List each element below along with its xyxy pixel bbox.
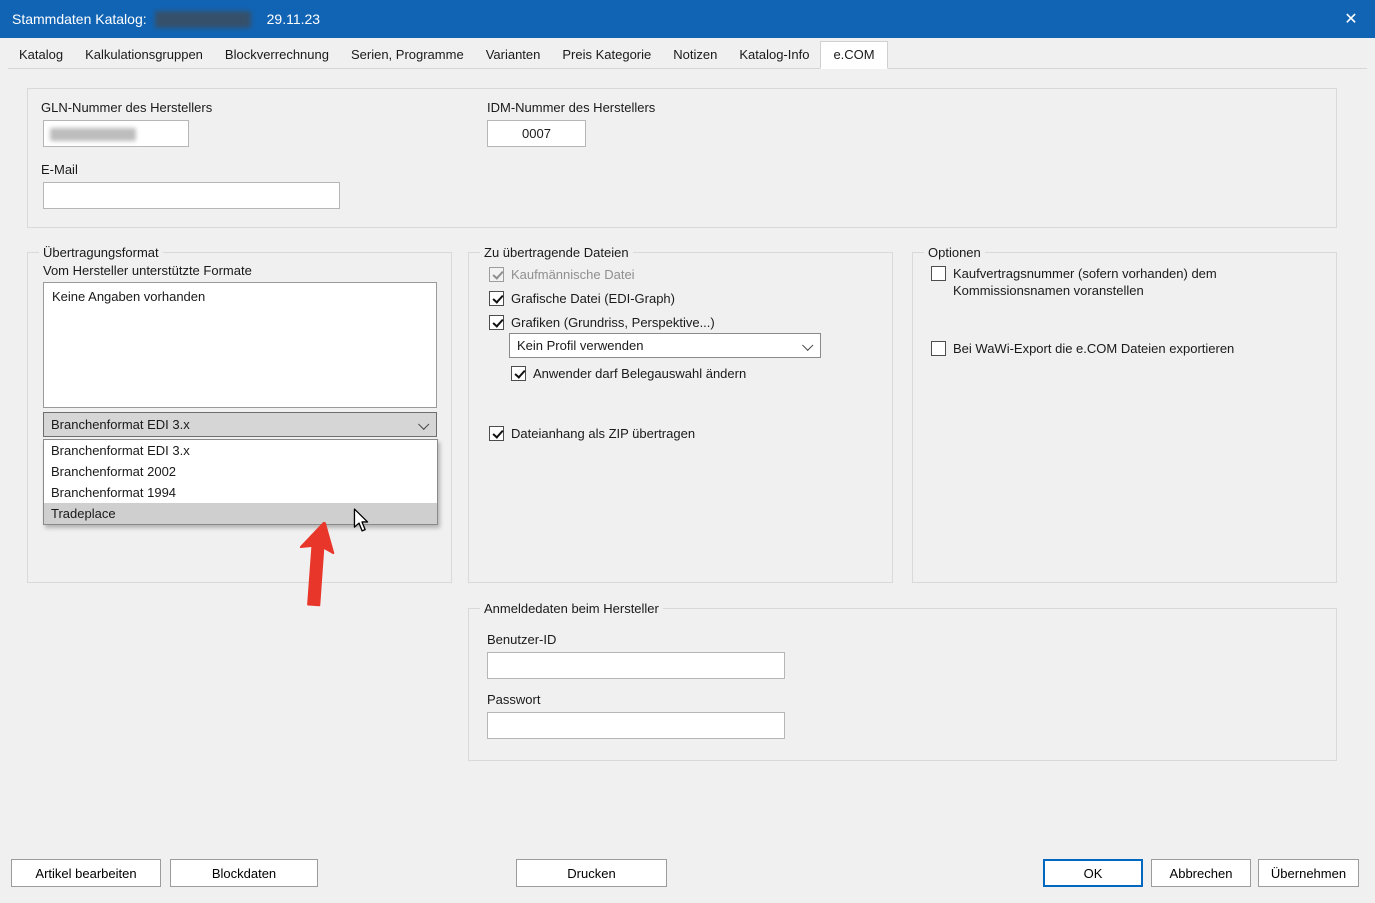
- window-title: Stammdaten Katalog:: [12, 11, 147, 27]
- dropdown-item-edi3x[interactable]: Branchenformat EDI 3.x: [44, 440, 437, 461]
- checkbox-row-belegauswahl[interactable]: Anwender darf Belegauswahl ändern: [511, 365, 746, 382]
- benutzer-id-input[interactable]: [487, 652, 785, 679]
- checkbox-label: Grafiken (Grundriss, Perspektive...): [511, 314, 715, 331]
- uebertragungsformat-group: Übertragungsformat Vom Hersteller unters…: [27, 252, 452, 583]
- profil-combobox-value: Kein Profil verwenden: [517, 338, 643, 353]
- dropdown-item-1994[interactable]: Branchenformat 1994: [44, 482, 437, 503]
- chevron-down-icon: [418, 419, 429, 430]
- uebertragungsformat-title: Übertragungsformat: [39, 245, 163, 260]
- email-input[interactable]: [43, 182, 340, 209]
- format-combobox-value: Branchenformat EDI 3.x: [51, 417, 190, 432]
- idm-input[interactable]: [487, 120, 586, 147]
- tab-strip: Katalog Kalkulationsgruppen Blockverrech…: [8, 43, 1367, 69]
- artikel-bearbeiten-button[interactable]: Artikel bearbeiten: [11, 859, 161, 887]
- format-dropdown-list: Branchenformat EDI 3.x Branchenformat 20…: [43, 439, 438, 525]
- checkbox-label: Anwender darf Belegauswahl ändern: [533, 365, 746, 382]
- anmeldedaten-group: Anmeldedaten beim Hersteller Benutzer-ID…: [468, 608, 1337, 761]
- checkbox-grafiken[interactable]: [489, 315, 504, 330]
- formate-empty-text: Keine Angaben vorhanden: [52, 289, 205, 304]
- blockdaten-button[interactable]: Blockdaten: [170, 859, 318, 887]
- checkbox-belegauswahl[interactable]: [511, 366, 526, 381]
- dropdown-item-tradeplace[interactable]: Tradeplace: [44, 503, 437, 524]
- benutzer-id-label: Benutzer-ID: [487, 632, 556, 647]
- chevron-down-icon: [802, 340, 813, 351]
- gln-input[interactable]: [43, 120, 189, 147]
- checkbox-label: Grafische Datei (EDI-Graph): [511, 290, 675, 307]
- dateien-group: Zu übertragende Dateien Kaufmännische Da…: [468, 252, 893, 583]
- redacted-catalog-name: [155, 11, 251, 28]
- tab-preis-kategorie[interactable]: Preis Kategorie: [551, 43, 662, 68]
- formate-label: Vom Hersteller unterstützte Formate: [43, 263, 252, 278]
- email-label: E-Mail: [41, 162, 78, 177]
- checkbox-kaufmaennische-datei: [489, 267, 504, 282]
- dateien-title: Zu übertragende Dateien: [480, 245, 633, 260]
- optionen-title: Optionen: [924, 245, 985, 260]
- checkbox-row-kaufmaennische-datei: Kaufmännische Datei: [489, 266, 635, 283]
- checkbox-label: Bei WaWi-Export die e.COM Dateien export…: [953, 340, 1234, 357]
- tab-varianten[interactable]: Varianten: [475, 43, 552, 68]
- passwort-input[interactable]: [487, 712, 785, 739]
- header-group: GLN-Nummer des Herstellers IDM-Nummer de…: [27, 88, 1337, 228]
- checkbox-row-zip[interactable]: Dateianhang als ZIP übertragen: [489, 425, 695, 442]
- checkbox-label: Dateianhang als ZIP übertragen: [511, 425, 695, 442]
- stammdaten-katalog-dialog: Stammdaten Katalog: 29.11.23 ✕ Katalog K…: [0, 0, 1375, 903]
- uebernehmen-button[interactable]: Übernehmen: [1258, 859, 1359, 887]
- tab-blockverrechnung[interactable]: Blockverrechnung: [214, 43, 340, 68]
- tab-katalog-info[interactable]: Katalog-Info: [728, 43, 820, 68]
- checkbox-zip[interactable]: [489, 426, 504, 441]
- checkbox-row-wawi-export[interactable]: Bei WaWi-Export die e.COM Dateien export…: [931, 340, 1261, 357]
- profil-combobox[interactable]: Kein Profil verwenden: [509, 333, 821, 358]
- tab-kalkulationsgruppen[interactable]: Kalkulationsgruppen: [74, 43, 214, 68]
- checkbox-grafische-datei[interactable]: [489, 291, 504, 306]
- checkbox-wawi-export[interactable]: [931, 341, 946, 356]
- checkbox-label: Kaufmännische Datei: [511, 266, 635, 283]
- tab-serien-programme[interactable]: Serien, Programme: [340, 43, 475, 68]
- redacted-gln-value: [50, 128, 136, 141]
- format-combobox[interactable]: Branchenformat EDI 3.x: [43, 412, 437, 437]
- drucken-button[interactable]: Drucken: [516, 859, 667, 887]
- gln-label: GLN-Nummer des Herstellers: [41, 100, 212, 115]
- tab-notizen[interactable]: Notizen: [662, 43, 728, 68]
- titlebar-date: 29.11.23: [267, 11, 320, 27]
- dropdown-item-2002[interactable]: Branchenformat 2002: [44, 461, 437, 482]
- passwort-label: Passwort: [487, 692, 540, 707]
- optionen-group: Optionen Kaufvertragsnummer (sofern vorh…: [912, 252, 1337, 583]
- close-icon[interactable]: ✕: [1327, 0, 1375, 38]
- formate-listbox[interactable]: Keine Angaben vorhanden: [43, 282, 437, 408]
- anmeldedaten-title: Anmeldedaten beim Hersteller: [480, 601, 663, 616]
- checkbox-row-grafische-datei[interactable]: Grafische Datei (EDI-Graph): [489, 290, 675, 307]
- checkbox-row-kaufvertragsnummer[interactable]: Kaufvertragsnummer (sofern vorhanden) de…: [931, 265, 1231, 299]
- checkbox-kaufvertragsnummer[interactable]: [931, 266, 946, 281]
- abbrechen-button[interactable]: Abbrechen: [1151, 859, 1251, 887]
- tab-katalog[interactable]: Katalog: [8, 43, 74, 68]
- idm-label: IDM-Nummer des Herstellers: [487, 100, 655, 115]
- checkbox-row-grafiken[interactable]: Grafiken (Grundriss, Perspektive...): [489, 314, 715, 331]
- tab-ecom[interactable]: e.COM: [820, 41, 887, 69]
- checkbox-label: Kaufvertragsnummer (sofern vorhanden) de…: [953, 265, 1225, 299]
- titlebar: Stammdaten Katalog: 29.11.23 ✕: [0, 0, 1375, 38]
- ok-button[interactable]: OK: [1043, 859, 1143, 887]
